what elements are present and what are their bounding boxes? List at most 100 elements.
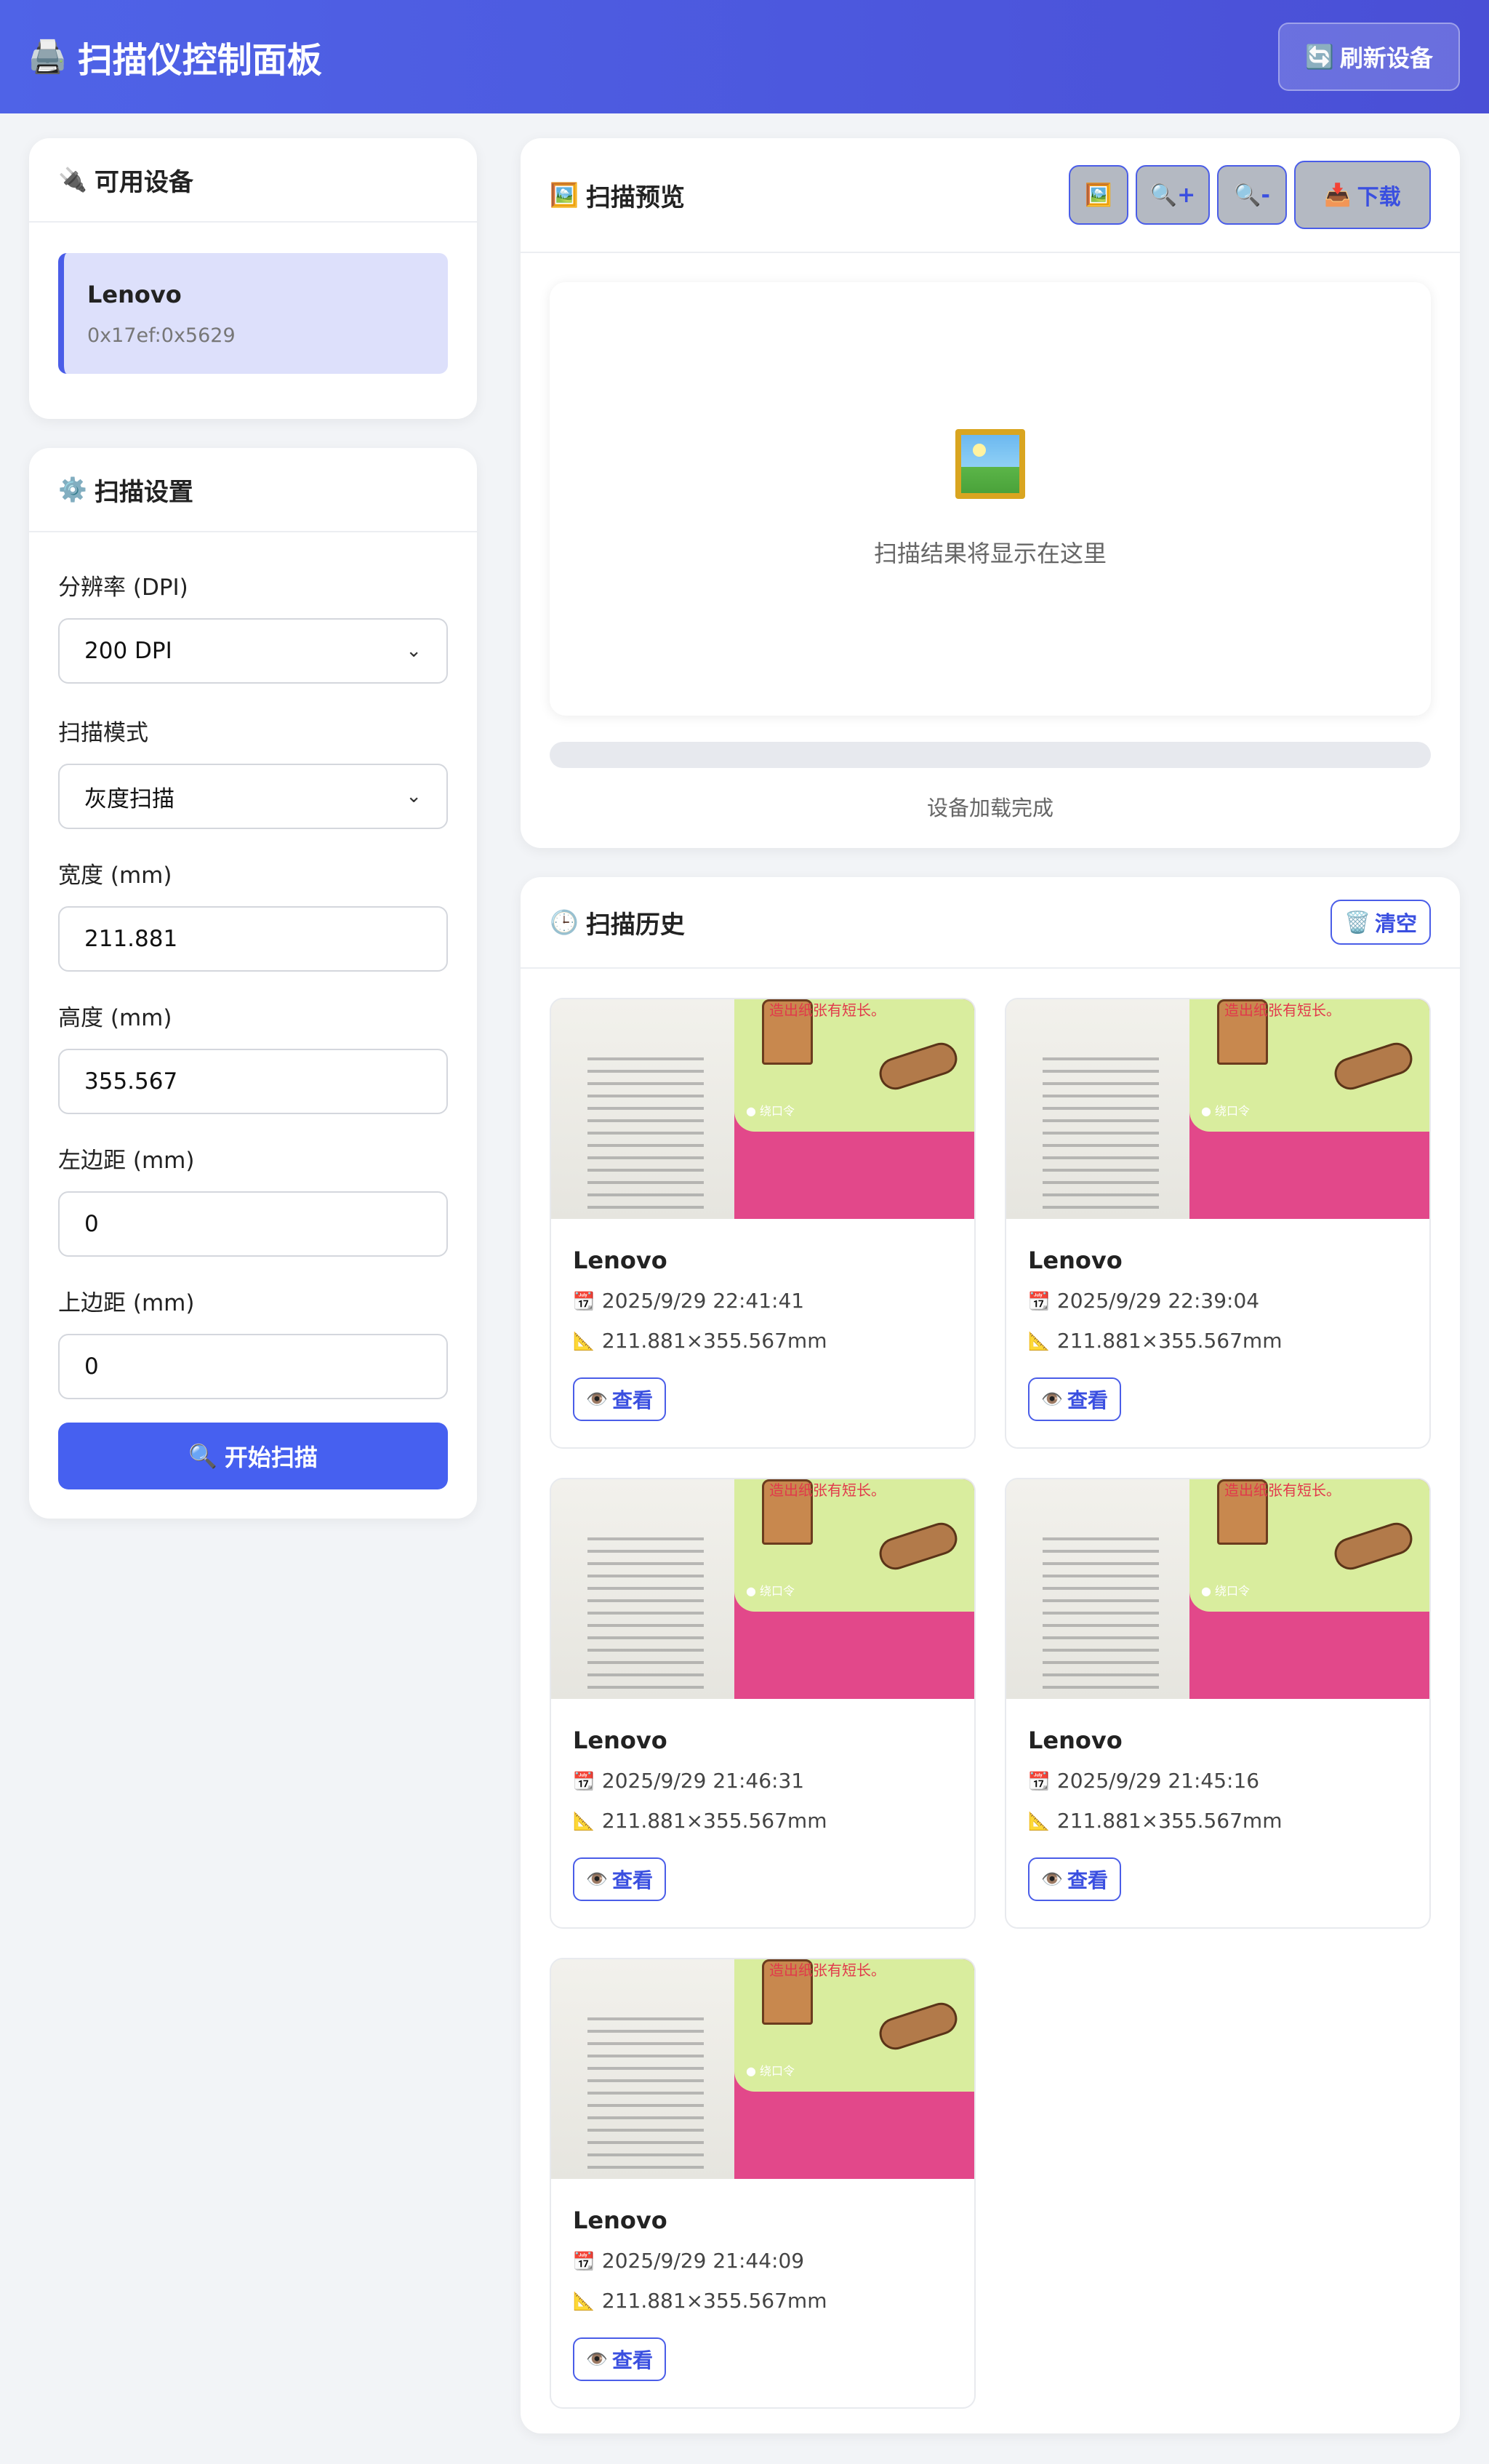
history-item[interactable]: 造出纸张有短长。 ● 绕口令 Lenovo 📆 2025/9/29 22:41:… [550,998,976,1449]
height-value: 355.567 [84,1068,178,1095]
history-item[interactable]: 造出纸张有短长。 ● 绕口令 Lenovo 📆 2025/9/29 21:46:… [550,1478,976,1929]
zoom-out-button[interactable]: 🔍- [1217,165,1287,225]
history-item[interactable]: 造出纸张有短长。 ● 绕口令 Lenovo 📆 2025/9/29 21:45:… [1005,1478,1431,1929]
preview-toolbar: 🖼️ 🔍+ 🔍- 📥 下载 [1061,161,1431,229]
device-item[interactable]: Lenovo 0x17ef:0x5629 [58,253,448,374]
history-date: 📆 2025/9/29 21:45:16 [1028,1769,1408,1793]
width-input[interactable]: 211.881 [58,906,448,972]
history-date-text: 2025/9/29 21:44:09 [601,2249,805,2273]
printer-icon: 🖨️ [28,39,68,76]
thumbnail-caption: 造出纸张有短长。 [769,1481,886,1499]
thumbnail-label-text: 绕口令 [760,1104,795,1118]
preview-placeholder-text: 扫描结果将显示在这里 [873,540,1107,567]
preview-card: 🖼️ 扫描预览 🖼️ 🔍+ 🔍- 📥 下载 扫描结果将显示在这里 设备加载完成 [521,138,1460,848]
view-button[interactable]: 👁️ 查看 [573,1857,666,1901]
left-margin-label: 左边距 (mm) [58,1148,195,1174]
chevron-down-icon: ⌄ [406,785,422,807]
view-label: 查看 [611,1388,653,1412]
history-item-body: Lenovo 📆 2025/9/29 22:39:04 📐 211.881×35… [1006,1247,1429,1421]
width-field: 宽度 (mm) 211.881 [58,857,448,972]
height-label: 高度 (mm) [58,1005,172,1031]
history-date: 📆 2025/9/29 21:44:09 [573,2249,952,2273]
thumbnail-text-page [1006,1479,1189,1699]
top-margin-field: 上边距 (mm) 0 [58,1284,448,1399]
thumbnail-text-page [551,1959,734,2179]
height-input[interactable]: 355.567 [58,1049,448,1114]
zoom-in-button[interactable]: 🔍+ [1136,165,1210,225]
history-date: 📆 2025/9/29 22:41:41 [573,1289,952,1313]
zoom-in-icon: 🔍+ [1149,182,1196,208]
device-id: 0x17ef:0x5629 [87,324,236,347]
zoom-out-icon: 🔍- [1234,182,1270,208]
mode-select[interactable]: 灰度扫描 ⌄ [58,764,448,829]
device-name: Lenovo [87,281,182,308]
thumbnail-label-text: 绕口令 [760,2064,795,2078]
picture-icon: 🖼️ [1085,182,1112,208]
resolution-select[interactable]: 200 DPI ⌄ [58,618,448,684]
history-size: 📐 211.881×355.567mm [573,1809,952,1833]
view-label: 查看 [1067,1388,1108,1412]
ruler-icon: 📐 [573,1330,595,1351]
view-button[interactable]: 👁️ 查看 [573,1377,666,1421]
download-button[interactable]: 📥 下载 [1294,161,1431,229]
history-date: 📆 2025/9/29 21:46:31 [573,1769,952,1793]
download-icon: 📥 [1324,182,1352,208]
gear-icon: ⚙️ [58,476,87,503]
ruler-icon: 📐 [573,2290,595,2311]
ruler-icon: 📐 [1028,1330,1050,1351]
trash-icon: 🗑️ [1344,909,1371,935]
scan-thumbnail[interactable]: 造出纸张有短长。 ● 绕口令 [1006,999,1429,1219]
devices-title: 🔌 可用设备 [58,162,193,198]
history-item-body: Lenovo 📆 2025/9/29 21:46:31 📐 211.881×35… [551,1727,974,1901]
history-item[interactable]: 造出纸张有短长。 ● 绕口令 Lenovo 📆 2025/9/29 21:44:… [550,1958,976,2409]
top-margin-input[interactable]: 0 [58,1334,448,1399]
width-label: 宽度 (mm) [58,863,172,889]
thumbnail-text-page [1006,999,1189,1219]
chevron-down-icon: ⌄ [406,640,422,662]
scan-thumbnail[interactable]: 造出纸张有短长。 ● 绕口令 [1006,1479,1429,1699]
history-item-body: Lenovo 📆 2025/9/29 22:41:41 📐 211.881×35… [551,1247,974,1421]
start-scan-button[interactable]: 🔍 开始扫描 [58,1423,448,1489]
history-size-text: 211.881×355.567mm [1056,1809,1283,1833]
clear-history-button[interactable]: 🗑️ 清空 [1331,900,1431,945]
thumbnail-caption: 造出纸张有短长。 [769,1961,886,1979]
scan-thumbnail[interactable]: 造出纸张有短长。 ● 绕口令 [551,999,974,1219]
history-device-name: Lenovo [573,2207,667,2234]
history-size: 📐 211.881×355.567mm [1028,1329,1408,1353]
history-item-body: Lenovo 📆 2025/9/29 21:44:09 📐 211.881×35… [551,2207,974,2381]
history-item[interactable]: 造出纸张有短长。 ● 绕口令 Lenovo 📆 2025/9/29 22:39:… [1005,998,1431,1449]
view-button[interactable]: 👁️ 查看 [1028,1377,1121,1421]
thumbnail-label-text: 绕口令 [1215,1104,1251,1118]
left-margin-field: 左边距 (mm) 0 [58,1142,448,1257]
scan-thumbnail[interactable]: 造出纸张有短长。 ● 绕口令 [551,1959,974,2179]
left-margin-input[interactable]: 0 [58,1191,448,1257]
preview-title-text: 扫描预览 [585,183,685,212]
scan-thumbnail[interactable]: 造出纸张有短长。 ● 绕口令 [551,1479,974,1699]
view-button[interactable]: 👁️ 查看 [573,2337,666,2381]
fit-view-button[interactable]: 🖼️ [1069,165,1128,225]
refresh-icon: 🔄 [1305,43,1334,71]
thumbnail-text-lines [1043,1057,1159,1218]
framed-picture-icon [955,429,1025,499]
history-date-text: 2025/9/29 21:45:16 [1056,1769,1260,1793]
settings-card: ⚙️ 扫描设置 分辨率 (DPI) 200 DPI ⌄ 扫描模式 灰度扫描 ⌄ … [29,448,477,1519]
scan-progress-bar [550,742,1431,768]
app-title: 🖨️ 扫描仪控制面板 [28,31,322,82]
refresh-devices-button[interactable]: 🔄 刷新设备 [1278,23,1460,91]
plug-icon: 🔌 [58,166,87,193]
thumbnail-label: ● 绕口令 [746,2064,795,2078]
thumbnail-text-page [551,1479,734,1699]
mode-label: 扫描模式 [58,720,148,746]
history-size: 📐 211.881×355.567mm [573,2289,952,2313]
view-label: 查看 [611,2348,653,2372]
thumbnail-text-lines [587,1537,704,1698]
eye-icon: 👁️ [1041,1389,1063,1409]
history-date-text: 2025/9/29 22:41:41 [601,1289,805,1313]
view-button[interactable]: 👁️ 查看 [1028,1857,1121,1901]
thumbnail-caption: 造出纸张有短长。 [769,1001,886,1019]
preview-title: 🖼️ 扫描预览 [550,177,685,213]
calendar-icon: 📆 [1028,1290,1050,1311]
history-size-text: 211.881×355.567mm [601,1809,827,1833]
thumbnail-label: ● 绕口令 [1201,1104,1251,1118]
thumbnail-caption: 造出纸张有短长。 [1224,1001,1341,1019]
